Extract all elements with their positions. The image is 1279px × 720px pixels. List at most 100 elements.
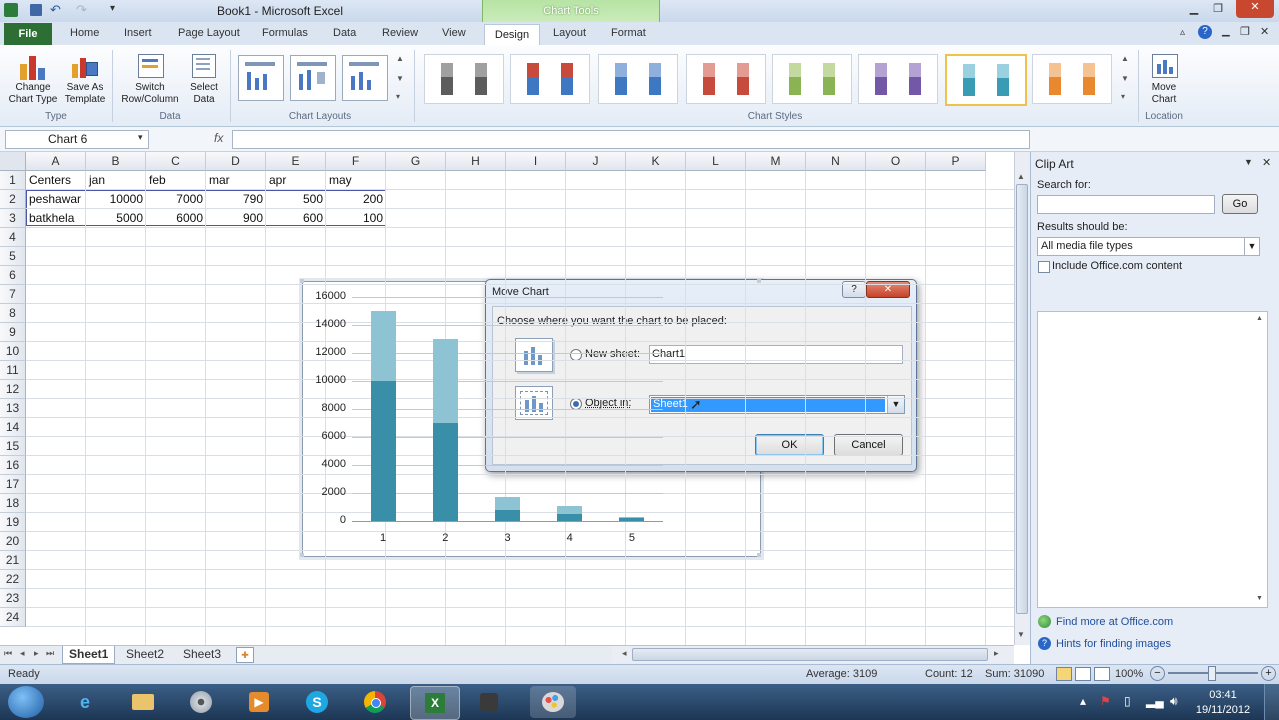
chart-style-6[interactable] — [858, 54, 938, 104]
column-header-a[interactable]: A — [26, 152, 86, 171]
workbook-close-icon[interactable]: ✕ — [1260, 25, 1269, 38]
save-as-template-button[interactable]: Save As Template — [62, 48, 108, 110]
chart-style-3[interactable] — [598, 54, 678, 104]
scroll-down-icon[interactable]: ▼ — [1017, 630, 1025, 639]
chart-styles-more-icon[interactable]: ▾ — [1121, 92, 1125, 101]
file-explorer-icon[interactable] — [126, 686, 160, 718]
chrome-icon[interactable] — [358, 686, 392, 718]
workbook-restore-icon[interactable]: ❐ — [1240, 25, 1250, 38]
column-header-f[interactable]: F — [326, 152, 386, 171]
column-header-i[interactable]: I — [506, 152, 566, 171]
hints-link[interactable]: Hints for finding images — [1056, 638, 1171, 650]
row-header-14[interactable]: 14 — [0, 418, 26, 437]
row-header-15[interactable]: 15 — [0, 437, 26, 456]
row-header-12[interactable]: 12 — [0, 380, 26, 399]
tab-file[interactable]: File — [4, 23, 52, 45]
find-more-link[interactable]: Find more at Office.com — [1056, 616, 1173, 628]
horizontal-scroll-thumb[interactable] — [632, 648, 988, 661]
move-chart-button[interactable]: Move Chart — [1142, 48, 1186, 110]
column-header-h[interactable]: H — [446, 152, 506, 171]
row-header-23[interactable]: 23 — [0, 589, 26, 608]
row-header-1[interactable]: 1 — [0, 171, 26, 190]
skype-icon[interactable]: S — [300, 686, 334, 718]
go-button[interactable]: Go — [1222, 194, 1258, 214]
clock-date[interactable]: 19/11/2012 — [1195, 704, 1251, 716]
close-button[interactable]: ✕ — [1236, 0, 1274, 18]
vertical-scroll-thumb[interactable] — [1016, 184, 1028, 614]
clip-art-results[interactable] — [1037, 311, 1268, 608]
row-header-4[interactable]: 4 — [0, 228, 26, 247]
chart-style-5[interactable] — [772, 54, 852, 104]
formula-input[interactable] — [232, 130, 1030, 149]
sheet-nav-last-icon[interactable]: ⏭ — [46, 648, 54, 659]
workbook-minimize-icon[interactable]: ▁ — [1222, 26, 1230, 37]
row-header-24[interactable]: 24 — [0, 608, 26, 627]
sheet-nav-first-icon[interactable]: ⏮ — [4, 648, 12, 659]
chart-resize-handle[interactable] — [300, 279, 304, 283]
tab-layout[interactable]: Layout — [553, 27, 586, 39]
chart-style-2[interactable] — [510, 54, 590, 104]
paint-app-icon[interactable] — [530, 686, 576, 718]
column-header-b[interactable]: B — [86, 152, 146, 171]
column-header-c[interactable]: C — [146, 152, 206, 171]
tab-data[interactable]: Data — [333, 27, 356, 39]
row-header-22[interactable]: 22 — [0, 570, 26, 589]
chart-style-1[interactable] — [424, 54, 504, 104]
chart-bar-series2-1[interactable] — [370, 311, 396, 381]
normal-view-icon[interactable] — [1056, 667, 1072, 681]
chart-styles-scroll-up-icon[interactable]: ▲ — [1121, 54, 1129, 63]
chart-bar-series2-3[interactable] — [495, 497, 520, 510]
fx-icon[interactable]: fx — [214, 131, 223, 145]
ok-button[interactable]: OK — [755, 434, 824, 456]
chart-styles-scroll-down-icon[interactable]: ▼ — [1121, 74, 1129, 83]
clip-art-search-input[interactable] — [1037, 195, 1215, 214]
chart-bar-series1-1[interactable] — [370, 381, 396, 521]
cell-a1[interactable]: Centers — [26, 171, 86, 190]
column-header-m[interactable]: M — [746, 152, 806, 171]
sheet-tab-sheet2[interactable]: Sheet2 — [120, 646, 170, 663]
cell-c2[interactable]: 7000 — [146, 190, 206, 209]
row-header-5[interactable]: 5 — [0, 247, 26, 266]
cell-f1[interactable]: may — [326, 171, 386, 190]
maximize-button[interactable]: ❐ — [1206, 2, 1230, 16]
row-header-3[interactable]: 3 — [0, 209, 26, 228]
internet-explorer-icon[interactable]: e — [68, 686, 102, 718]
cell-d3[interactable]: 900 — [206, 209, 266, 228]
tray-volume-icon[interactable]: 🔊︎ — [1170, 694, 1178, 709]
insert-sheet-icon[interactable]: ✚ — [236, 647, 254, 663]
change-chart-type-button[interactable]: Change Chart Type — [4, 48, 62, 110]
page-break-view-icon[interactable] — [1094, 667, 1110, 681]
row-header-13[interactable]: 13 — [0, 399, 26, 418]
camera-app-icon[interactable] — [472, 686, 506, 718]
column-header-e[interactable]: E — [266, 152, 326, 171]
cell-a2[interactable]: peshawar — [26, 190, 86, 209]
column-header-j[interactable]: J — [566, 152, 626, 171]
horizontal-scroll-left-icon[interactable]: ◂ — [622, 648, 627, 659]
tray-network-icon[interactable]: ▂▄ — [1146, 694, 1164, 708]
sheet-tab-sheet1[interactable]: Sheet1 — [62, 646, 116, 664]
row-header-7[interactable]: 7 — [0, 285, 26, 304]
column-header-n[interactable]: N — [806, 152, 866, 171]
chart-resize-handle[interactable] — [757, 279, 761, 283]
row-header-20[interactable]: 20 — [0, 532, 26, 551]
help-icon[interactable]: ? — [1198, 25, 1212, 39]
cancel-button[interactable]: Cancel — [834, 434, 903, 456]
excel-app-icon[interactable] — [4, 3, 18, 17]
save-icon[interactable] — [30, 4, 42, 16]
chart-style-8[interactable] — [1032, 54, 1112, 104]
select-data-button[interactable]: Select Data — [184, 48, 224, 110]
media-type-dropdown-icon[interactable]: ▼ — [1244, 238, 1259, 255]
chart-bar-series1-5[interactable] — [619, 518, 645, 521]
name-box-dropdown-icon[interactable]: ▾ — [138, 132, 143, 143]
minimize-ribbon-icon[interactable]: ▵ — [1180, 27, 1185, 38]
media-player-icon[interactable]: ▶ — [242, 686, 276, 718]
tab-page-layout[interactable]: Page Layout — [178, 27, 240, 39]
cell-d1[interactable]: mar — [206, 171, 266, 190]
row-header-21[interactable]: 21 — [0, 551, 26, 570]
show-desktop-button[interactable] — [1264, 684, 1279, 720]
zoom-slider-thumb[interactable] — [1208, 666, 1216, 681]
tab-design[interactable]: Design — [484, 24, 540, 46]
clock-time[interactable]: 03:41 — [1195, 689, 1251, 701]
cell-b1[interactable]: jan — [86, 171, 146, 190]
quick-access-dropdown-icon[interactable]: ▾ — [110, 3, 115, 14]
